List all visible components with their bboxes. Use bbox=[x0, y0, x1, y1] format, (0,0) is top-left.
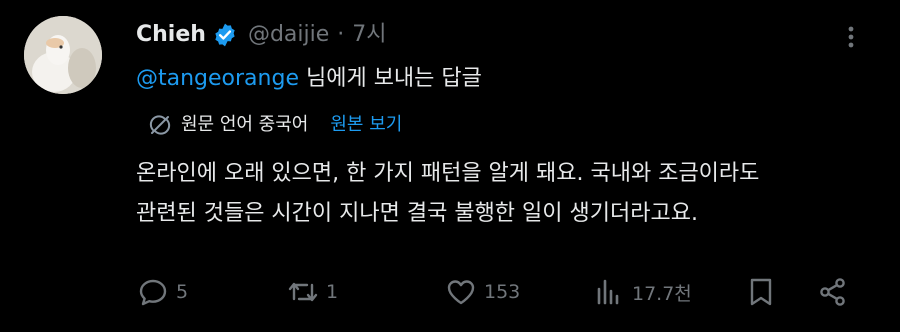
like-button[interactable]: 153 bbox=[444, 270, 520, 314]
translate-icon bbox=[149, 115, 171, 135]
avatar[interactable] bbox=[24, 16, 102, 94]
reply-count: 5 bbox=[176, 281, 189, 303]
like-icon bbox=[447, 280, 475, 305]
reply-mention-link[interactable]: @tangeorange bbox=[136, 66, 299, 91]
timestamp[interactable]: 7시 bbox=[352, 20, 386, 50]
share-icon bbox=[820, 278, 845, 306]
more-icon[interactable] bbox=[836, 22, 866, 52]
reply-context: @tangeorange 님에게 보내는 답글 bbox=[136, 64, 482, 94]
verified-badge-icon bbox=[215, 23, 235, 47]
reply-suffix: 님에게 보내는 답글 bbox=[298, 66, 482, 91]
tweet-header: Chieh @daijie · 7시 bbox=[136, 20, 387, 50]
tweet-text: 온라인에 오래 있으면, 한 가지 패턴을 알게 돼요. 국내와 조금이라도 관… bbox=[136, 154, 876, 234]
reply-button[interactable]: 5 bbox=[136, 270, 188, 314]
views-icon bbox=[597, 279, 619, 305]
share-button[interactable] bbox=[816, 270, 854, 314]
display-name[interactable]: Chieh bbox=[136, 20, 206, 50]
action-bar: 5 1 153 17.7천 bbox=[136, 270, 856, 314]
views-count: 17.7천 bbox=[632, 282, 692, 305]
like-count: 153 bbox=[484, 281, 521, 303]
translation-source-label: 원문 언어 중국어 bbox=[181, 114, 309, 135]
retweet-button[interactable]: 1 bbox=[286, 270, 338, 314]
views-button[interactable]: 17.7천 bbox=[592, 270, 692, 314]
retweet-count: 1 bbox=[326, 281, 339, 303]
tweet-text-line: 온라인에 오래 있으면, 한 가지 패턴을 알게 돼요. 국내와 조금이라도 bbox=[136, 161, 760, 186]
tweet-text-line: 관련된 것들은 시간이 지나면 결국 불행한 일이 생기더라고요. bbox=[136, 201, 698, 226]
show-original-link[interactable]: 원본 보기 bbox=[330, 112, 402, 138]
bookmark-icon bbox=[750, 278, 772, 306]
tweet: Chieh @daijie · 7시 @tangeorange 님에게 보내는 … bbox=[0, 0, 900, 332]
retweet-icon bbox=[288, 282, 318, 302]
user-handle[interactable]: @daijie bbox=[248, 20, 329, 50]
reply-icon bbox=[139, 279, 167, 306]
translation-bar: 원문 언어 중국어 원본 보기 bbox=[147, 112, 402, 138]
bookmark-button[interactable] bbox=[744, 270, 782, 314]
separator: · bbox=[337, 22, 345, 47]
